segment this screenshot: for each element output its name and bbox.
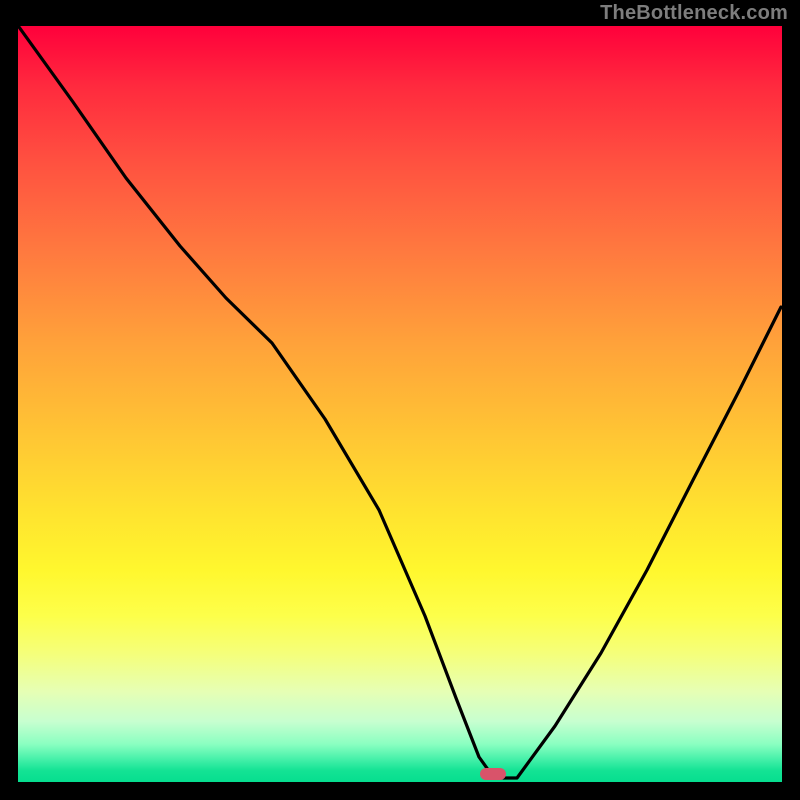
bottleneck-curve: [18, 26, 782, 782]
curve-path: [19, 27, 781, 778]
plot-area: [18, 26, 782, 782]
chart-frame: TheBottleneck.com: [0, 0, 800, 800]
optimal-marker: [480, 768, 506, 780]
watermark-text: TheBottleneck.com: [600, 2, 788, 25]
